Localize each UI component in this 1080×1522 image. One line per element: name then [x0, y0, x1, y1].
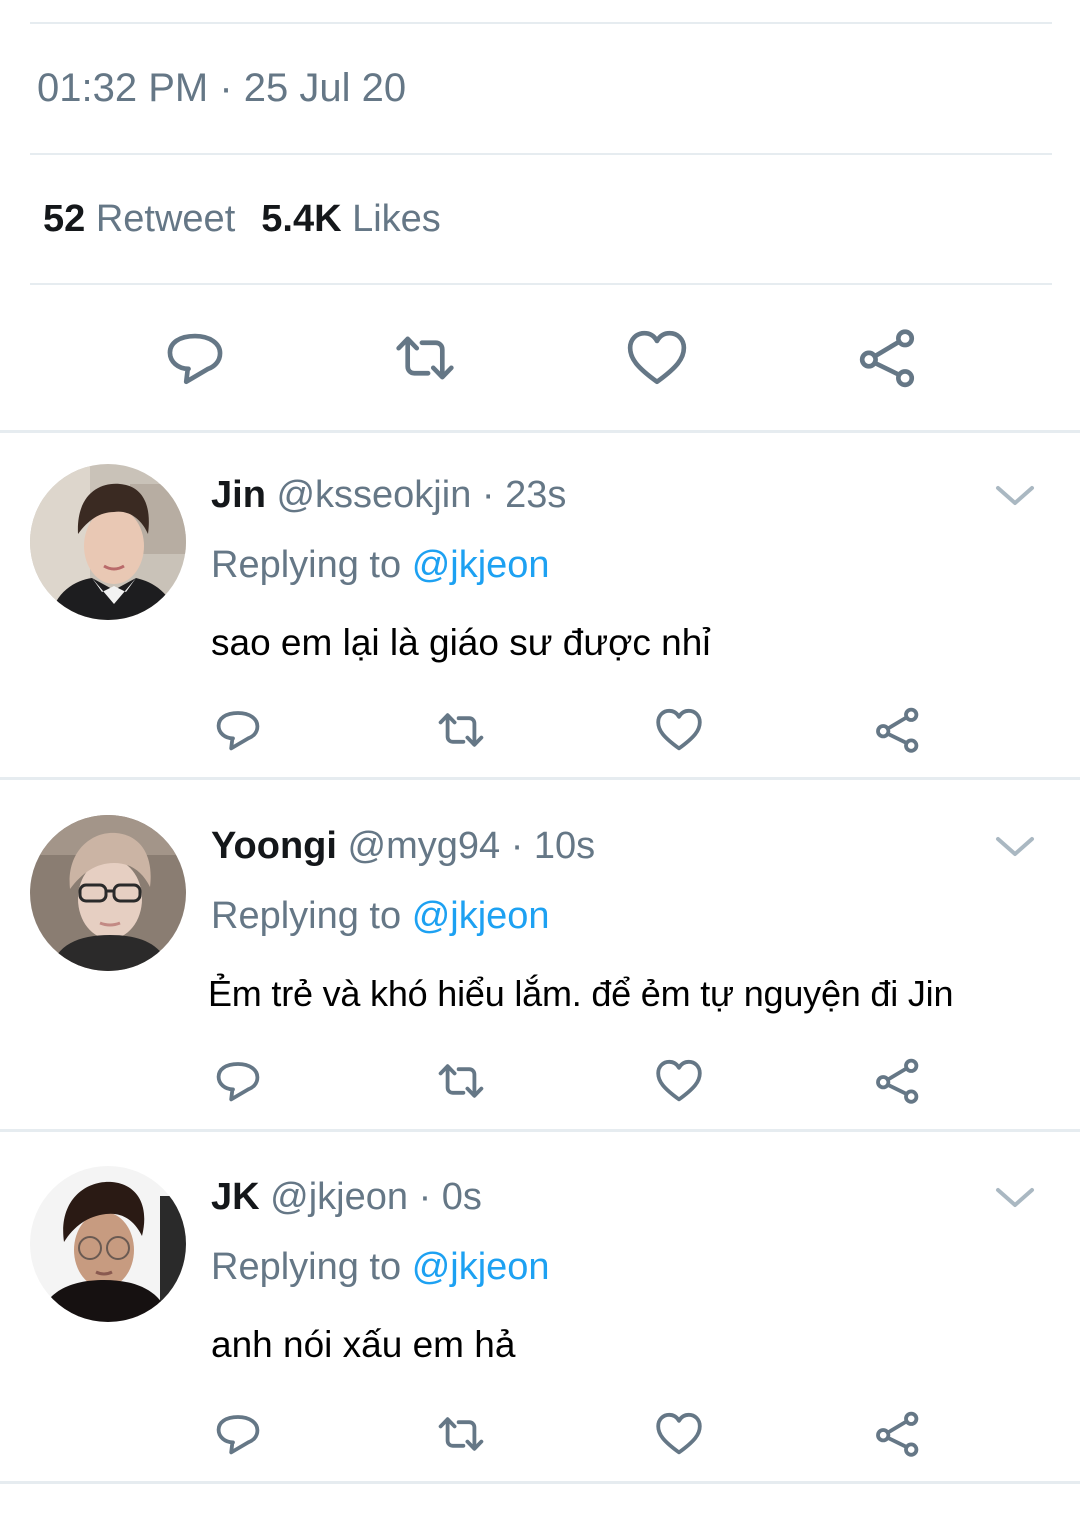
heart-icon [656, 708, 702, 751]
speech-bubble-icon [216, 1415, 260, 1455]
reply-text: sao em lại là giáo sư được nhỉ [211, 622, 711, 663]
replying-label: Replying to [211, 544, 402, 586]
heart-icon [656, 1059, 702, 1102]
reply-time: · 0s [418, 1176, 482, 1218]
reply-header: Yoongi @myg94 · 10s [211, 825, 595, 868]
retweet-label[interactable]: Retweet [96, 198, 235, 240]
share-button[interactable] [868, 1051, 928, 1111]
reply-item[interactable]: JK @jkjeon · 0s Replying to @jkjeon anh … [0, 1134, 1080, 1480]
display-name[interactable]: JK [211, 1176, 260, 1218]
replying-label: Replying to [211, 895, 402, 937]
reply-time: · 23s [481, 474, 567, 516]
replying-label: Replying to [211, 1246, 402, 1288]
like-button[interactable] [649, 700, 709, 760]
tweet-timestamp: 01:32 PM · 25 Jul 20 [37, 66, 407, 110]
reply-time: · 10s [510, 825, 596, 867]
top-divider [30, 22, 1052, 24]
speech-bubble-icon [167, 333, 223, 385]
likes-label[interactable]: Likes [352, 198, 441, 240]
reply-button[interactable] [208, 700, 268, 760]
likes-count[interactable]: 5.4K [261, 198, 341, 240]
retweet-arrows-icon [438, 1064, 484, 1098]
reply-item[interactable]: Jin @ksseokjin · 23s Replying to @jkjeon… [0, 432, 1080, 778]
like-button[interactable] [617, 318, 697, 398]
share-button[interactable] [868, 1404, 928, 1464]
reply-item[interactable]: Yoongi @myg94 · 10s Replying to @jkjeon … [0, 783, 1080, 1129]
speech-bubble-icon [216, 711, 260, 751]
reply-button[interactable] [155, 318, 235, 398]
retweet-button[interactable] [431, 1404, 491, 1464]
reply-divider [0, 777, 1080, 780]
share-nodes-icon [859, 329, 915, 388]
retweet-arrows-icon [438, 713, 484, 747]
retweet-button[interactable] [431, 1051, 491, 1111]
display-name[interactable]: Jin [211, 474, 266, 516]
avatar[interactable] [30, 1166, 186, 1322]
retweet-button[interactable] [431, 700, 491, 760]
user-handle[interactable]: @jkjeon [270, 1176, 408, 1218]
retweet-arrows-icon [396, 336, 454, 380]
more-options-chevron-icon[interactable] [992, 1182, 1038, 1212]
mention-link[interactable]: @jkjeon [412, 544, 550, 586]
reply-divider [0, 1481, 1080, 1484]
like-button[interactable] [649, 1404, 709, 1464]
reply-button[interactable] [208, 1051, 268, 1111]
tweet-stats: 52 Retweet 5.4K Likes [43, 198, 441, 241]
reply-header: JK @jkjeon · 0s [211, 1176, 482, 1219]
display-name[interactable]: Yoongi [211, 825, 337, 867]
share-nodes-icon [876, 1411, 919, 1457]
share-button[interactable] [848, 318, 928, 398]
replying-to: Replying to @jkjeon [211, 544, 550, 587]
user-handle[interactable]: @myg94 [348, 825, 501, 867]
heart-icon [627, 330, 687, 385]
stats-divider [30, 283, 1052, 285]
avatar[interactable] [30, 464, 186, 620]
share-button[interactable] [868, 700, 928, 760]
retweet-count[interactable]: 52 [43, 198, 85, 240]
reply-text: Ẻm trẻ và khó hiểu lắm. để ẻm tự nguyện … [208, 973, 954, 1014]
reply-header: Jin @ksseokjin · 23s [211, 474, 566, 517]
reply-button[interactable] [208, 1404, 268, 1464]
replying-to: Replying to @jkjeon [211, 1246, 550, 1289]
reply-divider [0, 1129, 1080, 1132]
like-button[interactable] [649, 1051, 709, 1111]
retweet-button[interactable] [385, 318, 465, 398]
avatar[interactable] [30, 815, 186, 971]
share-nodes-icon [876, 1058, 919, 1104]
replying-to: Replying to @jkjeon [211, 895, 550, 938]
share-nodes-icon [876, 707, 919, 753]
timestamp-divider [30, 153, 1052, 155]
mention-link[interactable]: @jkjeon [412, 895, 550, 937]
more-options-chevron-icon[interactable] [992, 480, 1038, 510]
heart-icon [656, 1412, 702, 1455]
speech-bubble-icon [216, 1062, 260, 1102]
reply-text: anh nói xấu em hả [211, 1324, 516, 1365]
retweet-arrows-icon [438, 1417, 484, 1451]
user-handle[interactable]: @ksseokjin [276, 474, 471, 516]
more-options-chevron-icon[interactable] [992, 831, 1038, 861]
mention-link[interactable]: @jkjeon [412, 1246, 550, 1288]
